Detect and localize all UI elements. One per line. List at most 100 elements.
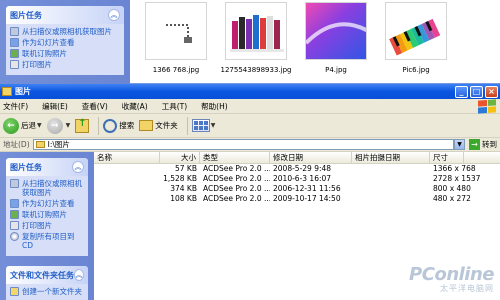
file-modified-cell: 2009-10-17 14:50 [273,194,341,203]
column-header-type[interactable]: 类型 [200,152,270,163]
chevron-down-icon[interactable]: ▼ [66,122,71,129]
column-header-modified[interactable]: 修改日期 [270,152,352,163]
web-order-icon [10,210,19,219]
table-row[interactable]: 57 KB ACDSee Pro 2.0 ... 2008-5-29 9:48 … [94,164,500,174]
file-dims-cell: 480 x 272 [433,194,471,203]
views-button[interactable]: ▼ [191,119,216,132]
folder-up-icon [75,118,90,133]
file-modified-cell: 2008-5-29 9:48 [273,164,332,173]
chevron-down-icon[interactable]: ▼ [211,122,216,129]
menu-file[interactable]: 文件(F) [3,101,28,112]
task-label: 作为幻灯片查看 [22,199,75,208]
file-dims-cell: 800 x 480 [433,184,471,193]
thumbnail-image [225,2,287,60]
camera-icon [10,179,19,188]
thumbnail-item[interactable]: 1275543898933.jpg [220,2,292,74]
address-input[interactable]: I:\图片 [32,139,454,150]
bg-task-label: 联机订购照片 [22,49,67,58]
thumbnail-item[interactable]: Pic6.jpg [380,2,452,74]
file-size-cell: 1,528 KB [163,174,197,183]
menu-edit[interactable]: 编辑(E) [42,101,68,112]
menu-tools[interactable]: 工具(T) [162,101,187,112]
task-slideshow[interactable]: 作为幻灯片查看 [10,199,84,208]
back-label: 后退 [21,121,36,130]
file-name-cell [94,164,160,174]
pconline-watermark: PConline 太平洋电脑网 [409,264,494,294]
thumbnail-item[interactable]: P4.jpg [300,2,372,74]
menu-view[interactable]: 查看(V) [82,101,108,112]
chevron-up-icon[interactable]: ︽ [72,161,84,173]
table-row[interactable]: 374 KB ACDSee Pro 2.0 ... 2006-12-31 11:… [94,184,500,194]
file-taken-cell [352,194,430,204]
search-button[interactable]: 搜索 [103,118,134,133]
bg-task-print[interactable]: 打印图片 [10,60,120,69]
file-tasks-header[interactable]: 文件和文件夹任务 ︽ [6,266,88,284]
file-taken-cell [352,164,430,174]
thumbnail-caption: Pic6.jpg [402,66,430,74]
file-name-cell [94,184,160,194]
task-print[interactable]: 打印图片 [10,221,84,230]
back-button[interactable]: ← 后退 ▼ [3,117,42,134]
thumbnail-image [145,2,207,60]
menu-favorites[interactable]: 收藏(A) [122,101,148,112]
bg-task-get-from-camera[interactable]: 从扫描仪或照相机获取图片 [10,27,120,36]
thumbnail-caption: 1275543898933.jpg [220,66,292,74]
up-button[interactable] [75,118,90,133]
folders-button[interactable]: 文件夹 [139,120,178,131]
thumbnail-image [385,2,447,60]
task-get-from-camera[interactable]: 从扫描仪或照相机获取图片 [10,179,84,197]
picture-tasks-title: 图片任务 [10,162,42,172]
column-header-name[interactable]: 名称 [94,152,160,163]
bg-task-order-online[interactable]: 联机订购照片 [10,49,120,58]
task-label: 复制所有项目到 CD [22,232,75,250]
menu-bar: 文件(F) 编辑(E) 查看(V) 收藏(A) 工具(T) 帮助(H) [0,99,500,114]
picture-tasks-header[interactable]: 图片任务 ︽ [6,158,88,176]
bg-picture-tasks-panel: 图片任务 ︽ 从扫描仪或照相机获取图片 作为幻灯片查看 联机订购照片 打印图片 [6,6,124,75]
thumbnail-item[interactable]: 1366 768.jpg [140,2,212,74]
minimize-button[interactable]: _ [455,85,468,98]
maximize-button[interactable]: □ [470,85,483,98]
task-copy-to-cd[interactable]: 复制所有项目到 CD [10,232,84,250]
chevron-up-icon[interactable]: ︽ [74,269,84,281]
bg-task-slideshow[interactable]: 作为幻灯片查看 [10,38,120,47]
go-arrow-icon: → [469,139,480,150]
title-bar[interactable]: 图片 _ □ × [0,84,500,99]
thumbnail-grid: 1366 768.jpg 1275543898933.jpg P4.jpg Pi… [140,0,500,84]
task-label: 从扫描仪或照相机获取图片 [22,179,82,197]
column-header-size[interactable]: 大小 [160,152,200,163]
bg-task-label: 作为幻灯片查看 [22,38,75,47]
toolbar: ← 后退 ▼ → ▼ 搜索 文件夹 ▼ [0,114,500,138]
file-taken-cell [352,174,430,184]
file-type-cell: ACDSee Pro 2.0 ... [203,174,270,183]
web-order-icon [10,49,19,58]
file-tasks-panel: 文件和文件夹任务 ︽ 创建一个新文件夹 [6,266,88,300]
task-label: 创建一个新文件夹 [22,287,82,296]
file-type-cell: ACDSee Pro 2.0 ... [203,194,270,203]
task-order-online[interactable]: 联机订购照片 [10,210,84,219]
watermark-brand: PConline [409,264,494,285]
table-row[interactable]: 1,528 KB ACDSee Pro 2.0 ... 2010-6-3 16:… [94,174,500,184]
chevron-down-icon[interactable]: ▼ [37,122,42,129]
column-header-dimensions[interactable]: 尺寸 [430,152,464,163]
file-size-cell: 374 KB [170,184,197,193]
menu-help[interactable]: 帮助(H) [201,101,228,112]
thumbnail-caption: 1366 768.jpg [152,66,200,74]
address-dropdown-button[interactable]: ▼ [454,139,465,150]
slideshow-icon [10,199,19,208]
chevron-up-icon[interactable]: ︽ [108,9,120,21]
thumbnail-image [305,2,367,60]
table-row[interactable]: 108 KB ACDSee Pro 2.0 ... 2009-10-17 14:… [94,194,500,204]
forward-button[interactable]: → ▼ [46,117,71,134]
toolbar-separator [186,116,188,135]
explorer-window: 图片 _ □ × 文件(F) 编辑(E) 查看(V) 收藏(A) 工具(T) 帮… [0,84,500,300]
column-header-date-taken[interactable]: 相片拍摄日期 [352,152,430,163]
views-icon [191,119,210,132]
task-pane: 图片任务 ︽ 从扫描仪或照相机获取图片 作为幻灯片查看 联机订购照片 打印图片 … [0,152,94,300]
column-header-row: 名称 大小 类型 修改日期 相片拍摄日期 尺寸 [94,152,500,164]
bg-picture-tasks-header[interactable]: 图片任务 ︽ [6,6,124,24]
print-icon [10,221,19,230]
close-button[interactable]: × [485,85,498,98]
go-button[interactable]: → 转到 [469,139,497,150]
task-new-folder[interactable]: 创建一个新文件夹 [10,287,84,296]
bg-task-label: 从扫描仪或照相机获取图片 [22,27,112,36]
